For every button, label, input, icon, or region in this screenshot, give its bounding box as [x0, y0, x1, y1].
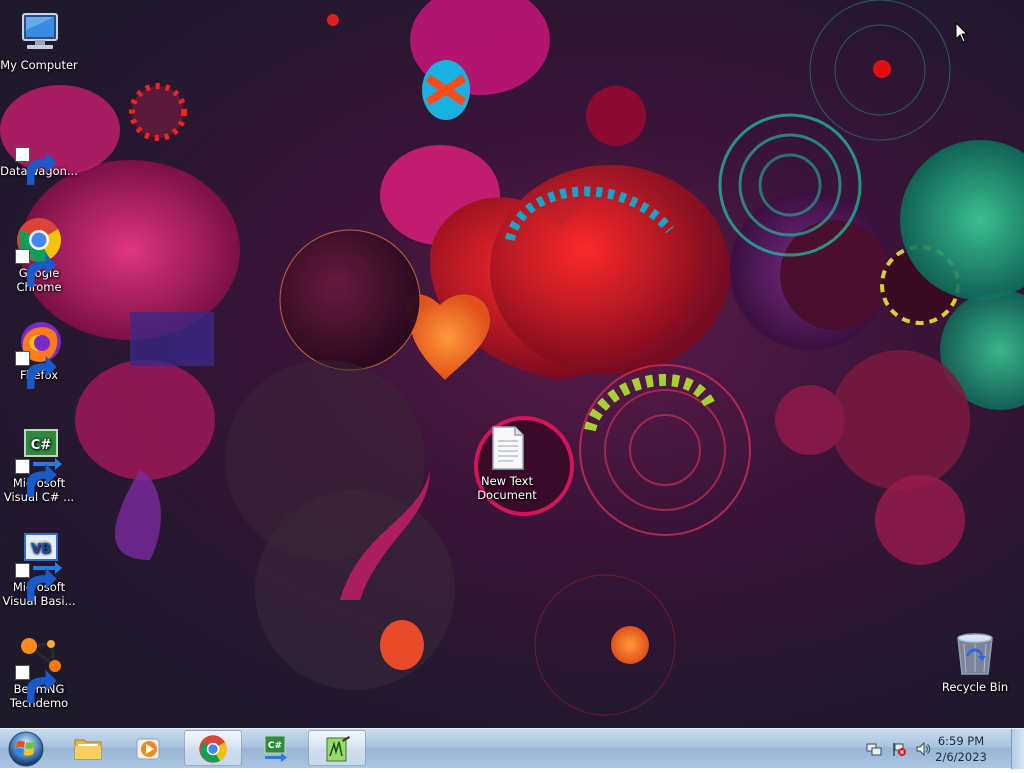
taskbar-button-windows-explorer[interactable]	[60, 730, 118, 766]
desktop-icon-recycle-bin[interactable]: Recycle Bin	[936, 630, 1014, 694]
network-icon[interactable]	[866, 741, 882, 757]
notepad-icon	[326, 736, 350, 762]
folder-icon	[74, 739, 102, 760]
desktop-icon-visual-basic[interactable]: VB Microsoft Visual Basi...	[0, 530, 78, 608]
shortcut-arrow-icon	[15, 459, 57, 497]
desktop-icon-label: New Text Document	[477, 474, 537, 502]
svg-text:C#: C#	[268, 741, 282, 751]
windows-logo-icon	[8, 731, 44, 767]
wallpaper	[0, 0, 1024, 716]
desktop-icon-label: Recycle Bin	[941, 680, 1009, 694]
chrome-icon	[199, 735, 227, 763]
desktop-icon-google-chrome[interactable]: Google Chrome	[0, 216, 78, 294]
show-desktop-button[interactable]	[1011, 729, 1024, 769]
beamng-icon	[15, 632, 63, 703]
visual-basic-icon: VB	[15, 530, 63, 601]
desktop-icon-new-text-document[interactable]: New Text Document	[468, 424, 546, 502]
taskbar-button-notepad-plus-plus[interactable]	[308, 730, 366, 766]
desktop-icon-firefox[interactable]: Firefox	[0, 318, 78, 389]
shortcut-arrow-icon	[15, 147, 57, 185]
shortcut-arrow-icon	[15, 665, 57, 703]
taskbar: C# 6:59 PM 2/6/2023	[0, 728, 1024, 769]
shortcut-arrow-icon	[15, 563, 57, 601]
desktop-icon-label: My Computer	[0, 58, 78, 72]
action-center-flag-icon[interactable]	[891, 741, 907, 757]
svg-text:C#: C#	[31, 438, 52, 453]
start-button[interactable]	[4, 729, 48, 769]
datawagon-icon	[15, 114, 63, 185]
media-player-icon	[136, 738, 160, 760]
desktop-icon-datawagon[interactable]: DataWagon...	[0, 114, 78, 185]
visual-csharp-icon: C#	[15, 426, 63, 497]
clock-date: 2/6/2023	[935, 750, 987, 764]
desktop[interactable]: My Computer DataWagon... Google Chrome F…	[0, 0, 1024, 728]
desktop-icon-beamng[interactable]: BeamNG Techdemo	[0, 632, 78, 710]
shortcut-arrow-icon	[15, 351, 57, 389]
chrome-icon	[15, 216, 63, 287]
taskbar-button-google-chrome[interactable]	[184, 730, 242, 766]
firefox-icon	[15, 318, 63, 389]
clock-time: 6:59 PM	[937, 734, 985, 748]
shortcut-arrow-icon	[15, 249, 57, 287]
system-clock[interactable]: 6:59 PM 2/6/2023	[926, 733, 996, 765]
mouse-pointer-icon	[955, 22, 969, 43]
svg-text:VB: VB	[31, 542, 51, 557]
taskbar-button-media-player[interactable]	[121, 730, 179, 766]
desktop-icon-visual-csharp[interactable]: C# Microsoft Visual C# ...	[0, 426, 78, 504]
taskbar-button-visual-csharp[interactable]: C#	[246, 730, 304, 766]
text-document-icon	[483, 424, 531, 472]
computer-icon	[15, 8, 63, 56]
desktop-icon-my-computer[interactable]: My Computer	[0, 8, 78, 72]
visual-csharp-icon: C#	[264, 735, 287, 762]
recycle-bin-icon	[951, 630, 999, 678]
